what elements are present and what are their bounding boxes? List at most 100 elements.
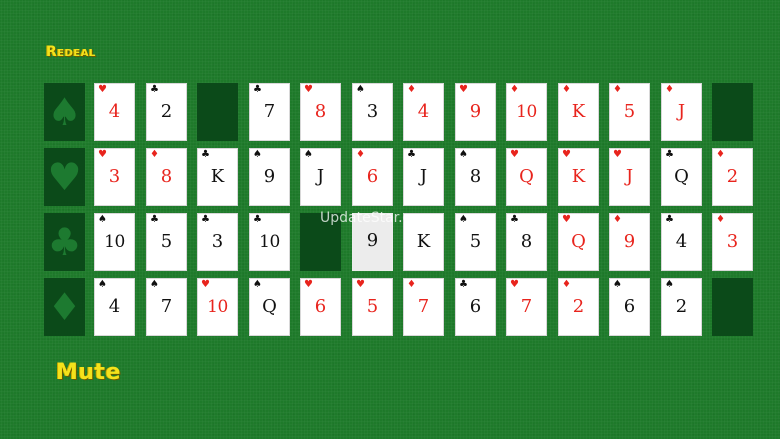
- playing-card[interactable]: ♥ 9: [455, 83, 496, 141]
- playing-card[interactable]: ♦ 2: [712, 148, 753, 206]
- playing-card[interactable]: ♠ J: [300, 148, 341, 206]
- card-rank: Q: [674, 166, 689, 187]
- suit-pip-icon: ♠: [253, 149, 262, 160]
- suit-pip-icon: ♥: [562, 149, 571, 160]
- mute-button[interactable]: Mute: [56, 360, 121, 385]
- playing-card[interactable]: ♠ 2: [661, 278, 702, 336]
- suit-pip-icon: ♦: [613, 84, 622, 95]
- redeal-button[interactable]: Redeal: [46, 44, 96, 60]
- playing-card[interactable]: ♥ 6: [300, 278, 341, 336]
- card-rank: 5: [160, 231, 173, 252]
- playing-card[interactable]: ♣ 7: [249, 83, 290, 141]
- playing-card[interactable]: ♠ 7: [146, 278, 187, 336]
- playing-card[interactable]: ♥ 8: [300, 83, 341, 141]
- diamond-icon: ♦: [47, 285, 82, 329]
- playing-card[interactable]: ♠ 3: [352, 83, 393, 141]
- playing-card[interactable]: ♥ 3: [94, 148, 135, 206]
- suit-pip-icon: ♦: [562, 279, 571, 290]
- playing-card[interactable]: ♦ J: [661, 83, 702, 141]
- playing-card[interactable]: ♥ J: [609, 148, 650, 206]
- playing-card[interactable]: ♦ 9: [609, 213, 650, 271]
- card-rank: 10: [259, 232, 280, 252]
- suit-pip-icon: ♠: [304, 149, 313, 160]
- suit-pip-icon: ♠: [98, 279, 107, 290]
- playing-card[interactable]: ♣ 3: [197, 213, 238, 271]
- playing-card[interactable]: ♦ 7: [403, 278, 444, 336]
- playing-card[interactable]: ♠ 5: [455, 213, 496, 271]
- playing-card[interactable]: ♠ 9: [249, 148, 290, 206]
- dragged-card[interactable]: 9: [352, 213, 393, 271]
- playing-card[interactable]: ♠ 8: [455, 148, 496, 206]
- playing-card[interactable]: ♥ K: [558, 148, 599, 206]
- suit-pip-icon: ♣: [201, 214, 210, 225]
- card-rank: 4: [108, 296, 121, 317]
- empty-slot[interactable]: [300, 213, 341, 271]
- card-rank: J: [625, 166, 634, 187]
- playing-card[interactable]: ♣ 6: [455, 278, 496, 336]
- playing-card[interactable]: ♠ 6: [609, 278, 650, 336]
- suit-pip-icon: ♣: [407, 149, 416, 160]
- card-rank: K: [571, 166, 586, 187]
- playing-card[interactable]: ♣ 10: [249, 213, 290, 271]
- playing-card[interactable]: ♣ 2: [146, 83, 187, 141]
- playing-card[interactable]: ♦ 10: [506, 83, 547, 141]
- empty-slot[interactable]: [712, 278, 753, 336]
- suit-pip-icon: ♦: [716, 149, 725, 160]
- card-rank: 7: [520, 296, 533, 317]
- card-rank: 10: [104, 232, 125, 252]
- playing-card[interactable]: ♥ Q: [506, 148, 547, 206]
- card-rank: 3: [726, 231, 739, 252]
- suit-pip-icon: ♠: [150, 279, 159, 290]
- suit-pip-icon: ♦: [356, 149, 365, 160]
- suit-pip-icon: ♠: [459, 214, 468, 225]
- suit-pip-icon: ♥: [98, 149, 107, 160]
- suit-pip-icon: ♦: [407, 279, 416, 290]
- suit-pip-icon: ♠: [98, 214, 107, 225]
- suit-pip-icon: ♠: [253, 279, 262, 290]
- playing-card[interactable]: ♠ Q: [249, 278, 290, 336]
- suit-pip-icon: ♥: [510, 149, 519, 160]
- suit-pip-icon: ♥: [304, 279, 313, 290]
- playing-card[interactable]: ♦ 8: [146, 148, 187, 206]
- playing-card[interactable]: ♣ J: [403, 148, 444, 206]
- playing-card[interactable]: K: [403, 213, 444, 271]
- playing-card[interactable]: ♠ 10: [94, 213, 135, 271]
- playing-card[interactable]: ♠ 4: [94, 278, 135, 336]
- playing-card[interactable]: ♦ 6: [352, 148, 393, 206]
- card-rank: 7: [263, 101, 276, 122]
- playing-card[interactable]: ♣ 5: [146, 213, 187, 271]
- foundation-slot-spade: ♠: [44, 83, 85, 141]
- playing-card[interactable]: ♦ 5: [609, 83, 650, 141]
- card-rank: K: [210, 166, 225, 187]
- playing-card[interactable]: ♥ 4: [94, 83, 135, 141]
- card-rank: 3: [108, 166, 121, 187]
- suit-pip-icon: ♥: [356, 279, 365, 290]
- suit-pip-icon: ♣: [665, 149, 674, 160]
- playing-card[interactable]: ♦ 3: [712, 213, 753, 271]
- suit-pip-icon: ♣: [665, 214, 674, 225]
- card-rank: 5: [469, 231, 482, 252]
- card-rank: 8: [160, 166, 173, 187]
- suit-pip-icon: ♦: [716, 214, 725, 225]
- playing-card[interactable]: ♥ 10: [197, 278, 238, 336]
- playing-card[interactable]: ♥ 5: [352, 278, 393, 336]
- card-rank: 9: [469, 101, 482, 122]
- card-rank: Q: [571, 231, 586, 252]
- playing-card[interactable]: ♣ K: [197, 148, 238, 206]
- playing-card[interactable]: ♦ K: [558, 83, 599, 141]
- card-rank: K: [571, 101, 586, 122]
- suit-pip-icon: ♥: [98, 84, 107, 95]
- suit-pip-icon: ♠: [459, 149, 468, 160]
- playing-card[interactable]: ♣ 8: [506, 213, 547, 271]
- suit-pip-icon: ♥: [510, 279, 519, 290]
- card-rank: 2: [160, 101, 173, 122]
- empty-slot[interactable]: [712, 83, 753, 141]
- playing-card[interactable]: ♣ 4: [661, 213, 702, 271]
- playing-card[interactable]: ♣ Q: [661, 148, 702, 206]
- playing-card[interactable]: ♥ Q: [558, 213, 599, 271]
- playing-card[interactable]: ♦ 4: [403, 83, 444, 141]
- playing-card[interactable]: ♥ 7: [506, 278, 547, 336]
- empty-slot[interactable]: [197, 83, 238, 141]
- card-rank: Q: [262, 296, 277, 317]
- playing-card[interactable]: ♦ 2: [558, 278, 599, 336]
